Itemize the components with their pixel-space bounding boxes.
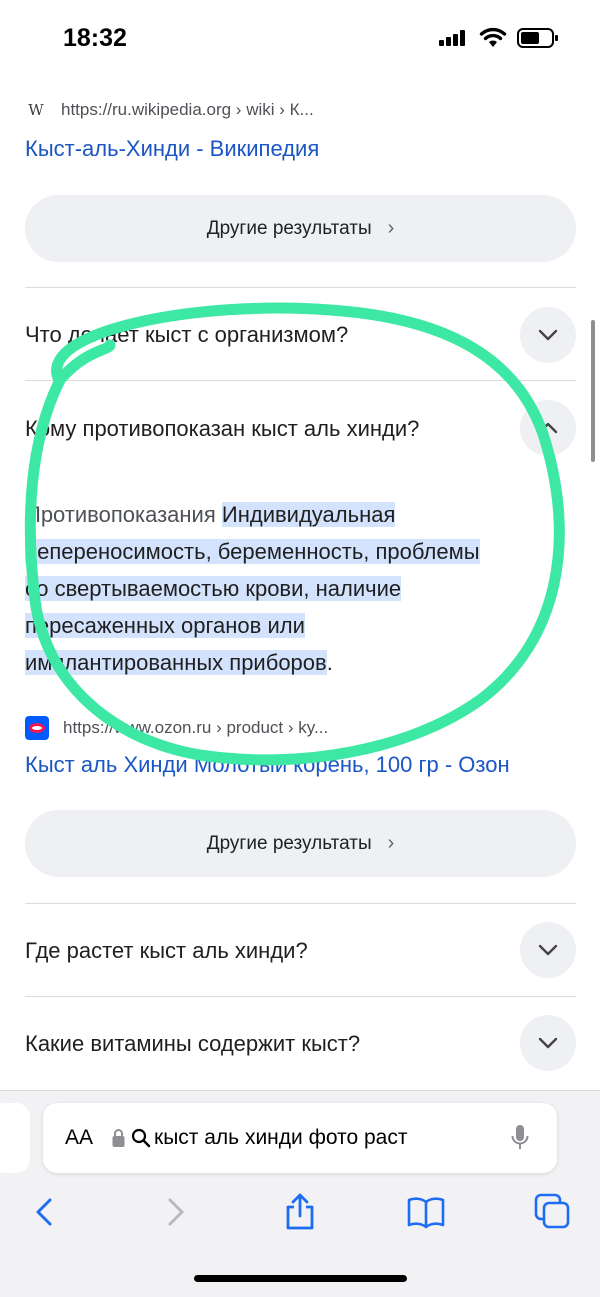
- highlighted-answer: непереносимость, беременность, проблемы: [25, 539, 480, 564]
- highlighted-answer: со свертываемостью крови, наличие: [25, 576, 402, 601]
- result-source-ozon[interactable]: https://www.ozon.ru › product › ky...: [25, 716, 328, 740]
- collapse-toggle[interactable]: [520, 400, 576, 456]
- home-indicator[interactable]: [194, 1275, 407, 1282]
- back-button[interactable]: [25, 1192, 65, 1232]
- expand-toggle[interactable]: [520, 1015, 576, 1071]
- more-results-label: Другие результаты: [206, 217, 372, 239]
- forward-button[interactable]: [155, 1192, 195, 1232]
- highlighted-answer: пересаженных органов или: [25, 613, 305, 638]
- faq-answer: Противопоказания Индивидуальная неперено…: [25, 496, 570, 681]
- faq-question-expanded[interactable]: Кому противопоказан кыст аль хинди?: [25, 416, 419, 442]
- result-source-wikipedia[interactable]: W https://ru.wikipedia.org › wiki › К...: [25, 100, 314, 120]
- more-results-button[interactable]: Другие результаты ›: [25, 810, 576, 877]
- share-icon[interactable]: [280, 1192, 320, 1232]
- battery-icon: [517, 28, 558, 48]
- chevron-up-icon: [538, 422, 558, 434]
- chevron-right-icon: ›: [387, 832, 395, 854]
- status-time: 18:32: [63, 24, 127, 52]
- result-url: https://www.ozon.ru › product › ky...: [63, 718, 329, 737]
- lock-icon: [112, 1129, 125, 1147]
- divider: [25, 380, 576, 381]
- answer-lead: Противопоказания: [25, 502, 216, 527]
- more-results-label: Другие результаты: [206, 832, 372, 854]
- divider: [25, 287, 576, 288]
- search-icon: [131, 1128, 151, 1148]
- expand-toggle[interactable]: [520, 922, 576, 978]
- chevron-down-icon: [538, 329, 558, 341]
- chevron-right-icon: ›: [387, 217, 395, 239]
- more-results-button[interactable]: Другие результаты ›: [25, 195, 576, 262]
- tabs-icon[interactable]: [533, 1192, 573, 1232]
- address-text[interactable]: кыст аль хинди фото раст: [154, 1126, 472, 1150]
- address-bar[interactable]: AA кыст аль хинди фото раст: [43, 1103, 557, 1173]
- faq-question[interactable]: Где растет кыст аль хинди?: [25, 938, 308, 964]
- answer-tail: .: [326, 650, 333, 675]
- result-title-link[interactable]: Кыст-аль-Хинди - Википедия: [25, 136, 319, 162]
- highlighted-answer: Индивидуальная: [221, 502, 396, 527]
- wifi-icon: [479, 27, 507, 47]
- result-url: https://ru.wikipedia.org › wiki › К...: [61, 100, 314, 119]
- divider: [25, 996, 576, 997]
- wikipedia-w-icon: W: [28, 101, 44, 119]
- faq-question[interactable]: Что делает кыст с организмом?: [25, 322, 348, 348]
- text-size-button[interactable]: AA: [65, 1126, 111, 1150]
- cellular-signal-icon: [439, 30, 465, 46]
- expand-toggle[interactable]: [520, 307, 576, 363]
- bookmarks-icon[interactable]: [406, 1192, 446, 1232]
- divider: [25, 903, 576, 904]
- previous-tab-preview[interactable]: [0, 1103, 30, 1173]
- highlighted-answer: имплантированных приборов: [25, 650, 327, 675]
- chevron-down-icon: [538, 1037, 558, 1049]
- chevron-down-icon: [538, 944, 558, 956]
- scrollbar[interactable]: [591, 320, 595, 462]
- microphone-icon[interactable]: [510, 1123, 530, 1153]
- faq-question[interactable]: Какие витамины содержит кыст?: [25, 1031, 360, 1057]
- result-title-link[interactable]: Кыст аль Хинди Молотый корень, 100 гр - …: [25, 752, 510, 778]
- ozon-icon: [25, 716, 49, 740]
